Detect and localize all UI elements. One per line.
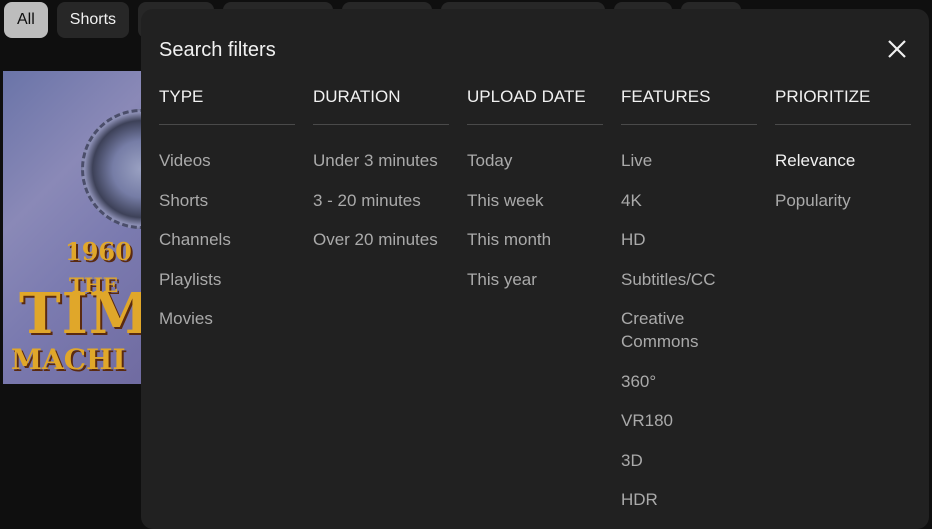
column-header-prioritize: PRIORITIZE (775, 87, 911, 125)
filter-option[interactable]: Playlists (159, 268, 295, 291)
filter-option[interactable]: Creative Commons (621, 307, 731, 353)
filter-option[interactable]: Channels (159, 228, 295, 251)
filter-option[interactable]: 4K (621, 189, 757, 212)
close-icon (888, 40, 906, 58)
filter-option[interactable]: This week (467, 189, 603, 212)
filter-option[interactable]: This year (467, 268, 603, 291)
filter-option[interactable]: 3D (621, 449, 757, 472)
filter-option[interactable]: Movies (159, 307, 295, 330)
column-header-features: FEATURES (621, 87, 757, 125)
filter-option[interactable]: Videos (159, 149, 295, 172)
filter-column-type: TYPE Videos Shorts Channels Playlists Mo… (159, 87, 295, 347)
filter-option[interactable]: VR180 (621, 409, 757, 432)
filter-option[interactable]: Popularity (775, 189, 911, 212)
filter-column-prioritize: PRIORITIZE Relevance Popularity (775, 87, 911, 228)
filter-option[interactable]: Over 20 minutes (313, 228, 449, 251)
search-filters-dialog: Search filters TYPE Videos Shorts Channe… (141, 9, 929, 529)
filter-column-upload-date: UPLOAD DATE Today This week This month T… (467, 87, 603, 307)
close-button[interactable] (883, 35, 911, 63)
thumbnail-year: 1960 (65, 237, 132, 266)
filter-option[interactable]: Under 3 minutes (313, 149, 449, 172)
thumbnail-title-line1: TIM (19, 281, 152, 347)
column-header-upload-date: UPLOAD DATE (467, 87, 603, 125)
filter-option[interactable]: HD (621, 228, 757, 251)
filter-option[interactable]: This month (467, 228, 603, 251)
filter-option[interactable]: HDR (621, 488, 757, 511)
filter-option[interactable]: Live (621, 149, 757, 172)
filter-column-features: FEATURES Live 4K HD Subtitles/CC Creativ… (621, 87, 757, 528)
column-header-type: TYPE (159, 87, 295, 125)
video-thumbnail[interactable]: 1960 THE TIM MACHI (3, 71, 153, 384)
filter-option[interactable]: 3 - 20 minutes (313, 189, 449, 212)
filter-option-selected[interactable]: Relevance (775, 149, 911, 172)
filter-option[interactable]: Shorts (159, 189, 295, 212)
thumbnail-title-line2: MACHI (11, 343, 126, 376)
filter-option[interactable]: Subtitles/CC (621, 268, 757, 291)
filter-option[interactable]: 360° (621, 370, 757, 393)
column-header-duration: DURATION (313, 87, 449, 125)
chip-shorts[interactable]: Shorts (56, 2, 130, 38)
filter-option[interactable]: Today (467, 149, 603, 172)
filter-column-duration: DURATION Under 3 minutes 3 - 20 minutes … (313, 87, 449, 268)
dialog-title: Search filters (159, 39, 276, 61)
chip-all[interactable]: All (4, 2, 48, 38)
